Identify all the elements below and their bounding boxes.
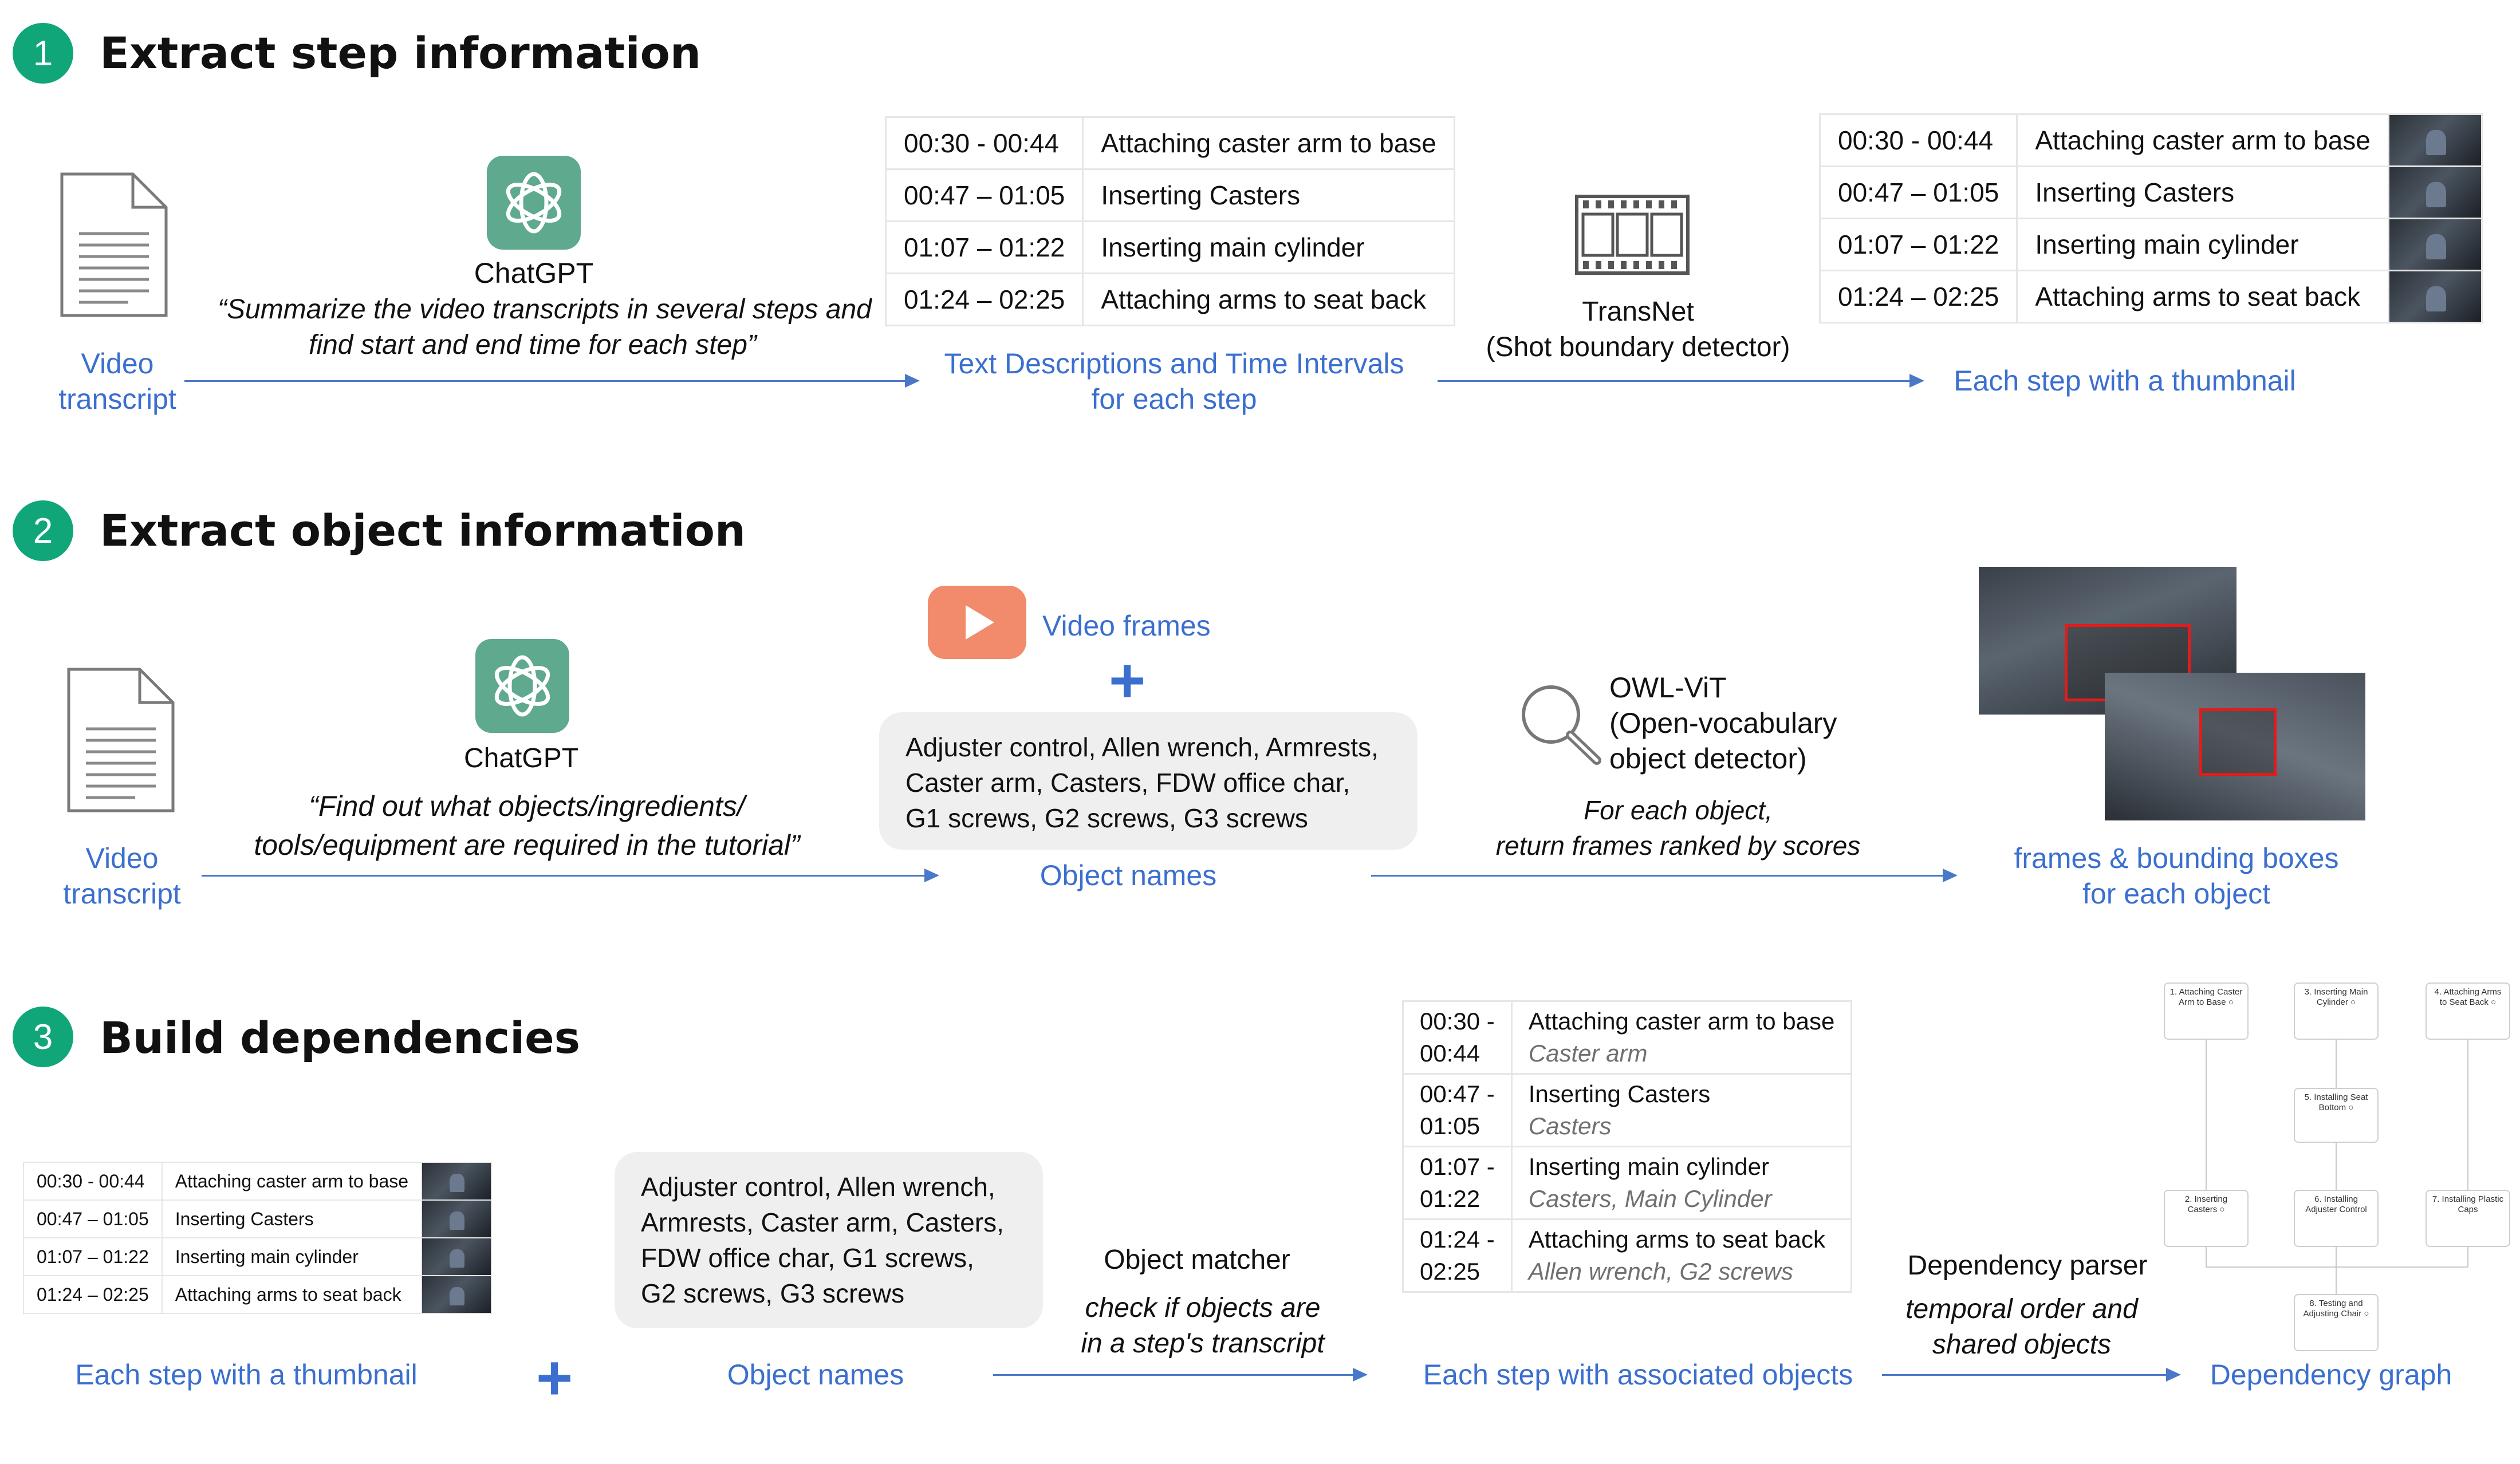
plus-icon: + [1109,645,1146,716]
thumbnail-label: Each step with a thumbnail [75,1359,418,1391]
thumbnail-image [422,1238,491,1275]
chatgpt-prompt: “Find out what objects/ingredients/ tool… [254,790,800,861]
arrow [202,869,939,882]
object-matcher-description: check if objects are in a step's transcr… [1081,1293,1325,1359]
table-row: 00:30 - 00:44 Attaching caster arm to bas… [1818,113,2483,167]
arrow [1438,374,1924,388]
graph-node: 8. Testing and Adjusting Chair ○ [2294,1294,2379,1351]
section-title-1: Extract step information [100,27,701,78]
graph-edge [2467,1247,2468,1268]
table-row: 00:47 – 01:05 Inserting Casters [1818,165,2483,219]
chatgpt-label: ChatGPT [474,257,594,289]
table-row: 00:30 - 00:44 Attaching caster arm to bas… [23,1162,493,1201]
table-row: 01:24 -02:25 Attaching arms to seat back… [1402,1218,1853,1293]
thumbnail-image [422,1201,491,1237]
thumbnail-image [2389,167,2481,218]
section-title-3: Build dependencies [100,1012,580,1063]
thumbnail-image [2389,115,2481,165]
graph-edge [2336,1247,2337,1294]
graph-node: 5. Installing Seat Bottom ○ [2294,1088,2379,1143]
arrow [1882,1368,2181,1382]
dependency-parser-label: Dependency parser [1907,1250,2148,1281]
dependency-parser-description: temporal order and shared objects [1905,1294,2138,1360]
section-title-2: Extract object information [100,505,746,556]
arrow [184,374,920,388]
arrow [1371,869,1958,882]
film-strip-icon [1575,195,1690,278]
table-row: 01:07 -01:22 Inserting main cylinder Cast… [1402,1146,1853,1220]
owl-vit-label: OWL-ViT (Open-vocabulary object detector… [1609,672,1837,775]
step-number-badge-2: 2 [13,500,73,561]
text-descriptions-label: Text Descriptions and Time Intervals for… [944,348,1404,415]
thumbnail-image [422,1163,491,1199]
detection-frame-image [2105,673,2365,820]
document-icon [60,172,168,318]
video-transcript-label: Video transcript [63,842,181,910]
step-number-badge-1: 1 [13,23,73,84]
associated-objects-label: Each step with associated objects [1423,1359,1853,1391]
chatgpt-icon [475,639,569,733]
transnet-label: TransNet (Shot boundary detector) [1486,297,1790,362]
step-thumbnail-table: 00:30 - 00:44 Attaching caster arm to bas… [1818,113,2483,323]
owl-vit-description: For each object, return frames ranked by… [1495,795,1861,861]
thumbnail-image [2389,271,2481,322]
plus-icon: + [536,1343,573,1413]
table-row: 00:30 -00:44 Attaching caster arm to bas… [1402,1000,1853,1075]
table-row: 00:47 – 01:05 Inserting Casters [23,1199,493,1238]
object-matcher-label: Object matcher [1104,1245,1290,1275]
step-table: 00:30 - 00:44 Attaching caster arm to bas… [884,116,1455,326]
thumbnail-image [422,1276,491,1313]
arrow [993,1368,1368,1382]
step-thumbnail-table: 00:30 - 00:44 Attaching caster arm to bas… [23,1162,493,1314]
step-objects-table: 00:30 -00:44 Attaching caster arm to bas… [1402,1000,1853,1293]
table-row: 01:07 – 01:22 Inserting main cylinder [884,220,1455,274]
thumbnail-image [2389,219,2481,270]
graph-node: 2. Inserting Casters ○ [2164,1190,2249,1247]
graph-edge [2467,1040,2468,1190]
dependency-graph-label: Dependency graph [2210,1359,2452,1391]
frames-bounding-boxes-label: frames & bounding boxes for each object [2014,842,2339,910]
thumbnail-label: Each step with a thumbnail [1954,365,2296,397]
video-play-icon [928,586,1026,662]
graph-edge [2206,1266,2468,1268]
table-row: 01:07 – 01:22 Inserting main cylinder [1818,218,2483,271]
video-transcript-label: Video transcript [58,348,176,415]
magnifier-icon [1518,681,1604,770]
graph-node: 7. Installing Plastic Caps [2426,1190,2510,1247]
graph-edge [2206,1040,2207,1190]
chatgpt-label: ChatGPT [463,743,579,774]
document-icon [66,667,175,813]
object-names-box: Adjuster control, Allen wrench, Armrests… [879,712,1418,850]
graph-node: 4. Attaching Arms to Seat Back ○ [2426,982,2510,1040]
object-names-box: Adjuster control, Allen wrench, Armrests… [615,1152,1043,1328]
table-row: 00:30 - 00:44 Attaching caster arm to bas… [884,116,1455,170]
table-row: 01:07 – 01:22 Inserting main cylinder [23,1237,493,1276]
table-row: 00:47 -01:05 Inserting Casters Casters [1402,1073,1853,1147]
table-row: 00:47 – 01:05 Inserting Casters [884,168,1455,222]
graph-node: 3. Inserting Main Cylinder ○ [2294,982,2379,1040]
graph-node: 6. Installing Adjuster Control [2294,1190,2379,1247]
table-row: 01:24 – 02:25 Attaching arms to seat back [1818,270,2483,323]
table-row: 01:24 – 02:25 Attaching arms to seat back [884,273,1455,326]
object-names-label: Object names [727,1359,904,1391]
chatgpt-icon [487,156,581,250]
step-number-badge-3: 3 [13,1007,73,1067]
graph-edge [2206,1247,2207,1268]
video-frames-label: Video frames [1042,610,1211,642]
graph-node: 1. Attaching Caster Arm to Base ○ [2164,982,2249,1040]
table-row: 01:24 – 02:25 Attaching arms to seat back [23,1275,493,1314]
chatgpt-prompt: “Summarize the video transcripts in seve… [218,294,872,360]
bounding-box [2199,708,2277,776]
graph-edge [2336,1143,2337,1190]
graph-edge [2336,1040,2337,1088]
object-names-label: Object names [1040,859,1217,891]
